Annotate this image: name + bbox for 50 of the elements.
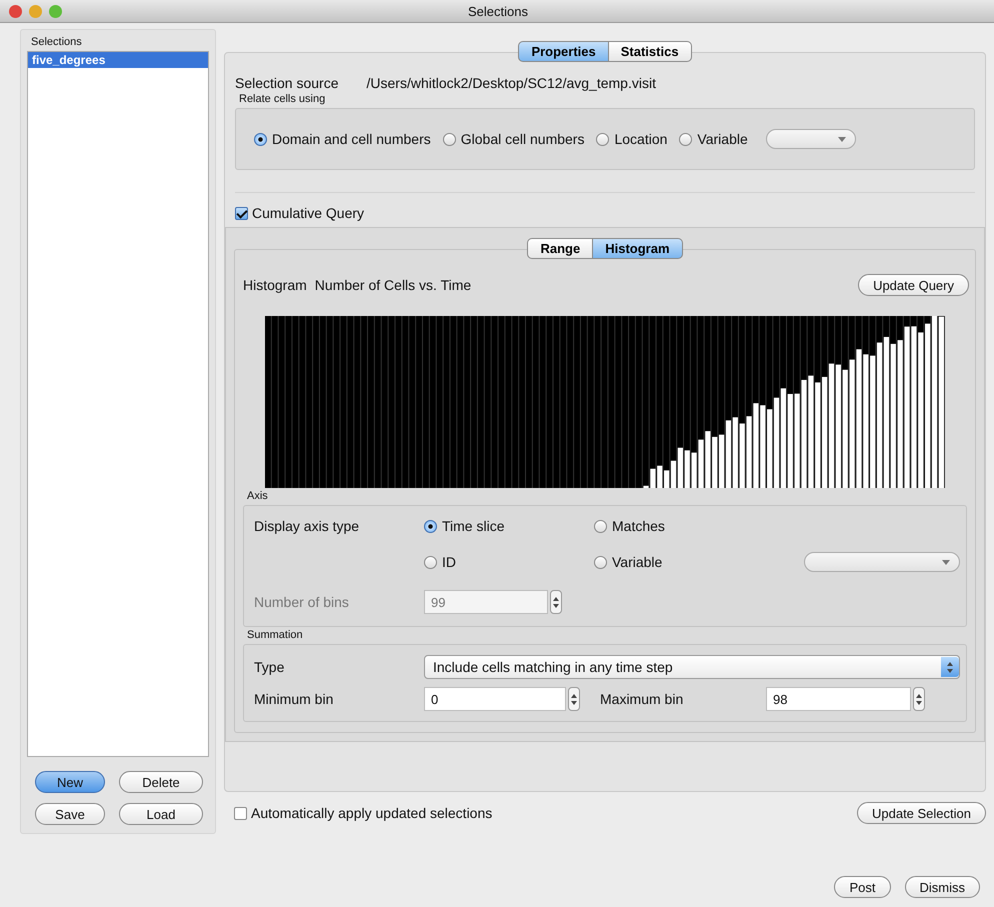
- min-bin-field[interactable]: 0: [424, 687, 566, 711]
- list-label: Selections: [31, 36, 83, 48]
- max-bin-label: Maximum bin: [599, 691, 684, 707]
- radio-option[interactable]: Variable: [679, 131, 748, 147]
- window-title: Selections: [467, 4, 529, 18]
- popup-arrows-icon: [941, 657, 959, 677]
- stepper-icon[interactable]: [568, 687, 580, 711]
- stepper-icon[interactable]: [550, 590, 562, 614]
- max-bin-field[interactable]: 98: [766, 687, 911, 711]
- histogram-title: Number of Cells vs. Time: [314, 277, 472, 293]
- radio-option[interactable]: Domain and cell numbers: [254, 131, 431, 147]
- dropdown-arrow-icon: [942, 560, 950, 565]
- source-path: /Users/whitlock2/Desktop/SC12/avg_temp.visit: [366, 75, 656, 91]
- tab[interactable]: Properties: [518, 41, 609, 62]
- update-selection-button[interactable]: Update Selection: [856, 802, 986, 824]
- radio-option[interactable]: Location: [596, 131, 668, 147]
- group-label: Relate cells using: [239, 93, 326, 105]
- list-button[interactable]: Delete: [119, 771, 203, 793]
- tab[interactable]: Range: [527, 238, 594, 259]
- radio-option[interactable]: Matches: [594, 518, 774, 534]
- footer-button[interactable]: Post: [834, 876, 890, 898]
- variable-dropdown[interactable]: [804, 552, 960, 572]
- radio-option[interactable]: Global cell numbers: [442, 131, 584, 147]
- list-button[interactable]: Load: [119, 803, 203, 825]
- radio-option[interactable]: ID: [424, 554, 594, 570]
- axis-type-label: Display axis type: [254, 518, 360, 534]
- radio-option[interactable]: Variable: [594, 554, 774, 570]
- cumulative-checkbox[interactable]: Cumulative Query: [235, 205, 975, 221]
- zoom-button[interactable]: [49, 4, 62, 18]
- bins-label: Number of bins: [254, 594, 350, 610]
- type-dropdown[interactable]: Include cells matching in any time step: [424, 655, 960, 679]
- type-label: Type: [254, 659, 286, 675]
- stepper-icon[interactable]: [913, 687, 925, 711]
- group-label: Axis: [247, 490, 269, 502]
- footer-button[interactable]: Dismiss: [904, 876, 980, 898]
- dropdown-arrow-icon: [838, 137, 846, 142]
- auto-apply-checkbox[interactable]: Automatically apply updated selections: [234, 805, 492, 821]
- tab[interactable]: Histogram: [593, 238, 683, 259]
- variable-dropdown[interactable]: [766, 129, 856, 149]
- list-button[interactable]: New: [35, 771, 105, 793]
- update-query-button[interactable]: Update Query: [858, 274, 969, 296]
- radio-option[interactable]: Time slice: [424, 518, 594, 534]
- group-label: Summation: [247, 629, 304, 641]
- min-bin-label: Minimum bin: [254, 691, 334, 707]
- histogram-label: Histogram: [243, 277, 307, 293]
- list-item[interactable]: five_degrees: [28, 52, 208, 68]
- tab[interactable]: Statistics: [608, 41, 692, 62]
- close-button[interactable]: [9, 4, 22, 18]
- source-label: Selection source: [235, 75, 339, 91]
- list-button[interactable]: Save: [35, 803, 105, 825]
